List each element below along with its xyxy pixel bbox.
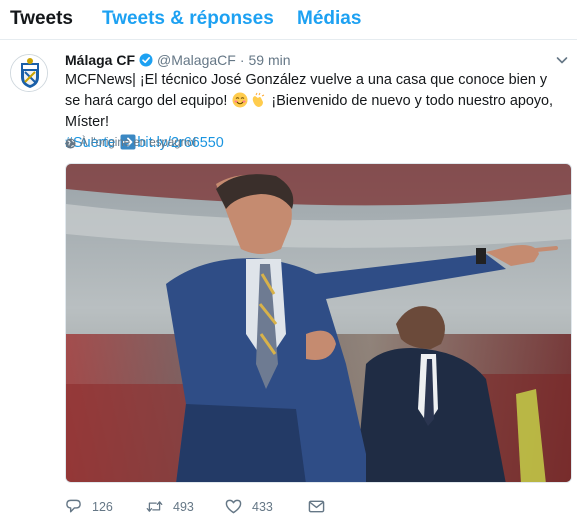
translate-label: À l'origine en espagnol bbox=[80, 137, 196, 149]
verified-badge-icon bbox=[139, 53, 153, 67]
reply-count: 126 bbox=[92, 499, 113, 514]
tweet-header: Málaga CF @MalagaCF · 59 min bbox=[65, 51, 291, 69]
coach-photo-image bbox=[66, 164, 571, 482]
like-count: 433 bbox=[252, 499, 273, 514]
timestamp[interactable]: 59 min bbox=[248, 52, 290, 68]
smiling-face-emoji-icon bbox=[232, 92, 248, 108]
retweet-button[interactable]: 493 bbox=[146, 498, 194, 515]
profile-tabs: Tweets Tweets & réponses Médias bbox=[0, 0, 577, 40]
tweet-photo[interactable] bbox=[65, 163, 572, 483]
display-name[interactable]: Málaga CF bbox=[65, 52, 135, 68]
clapping-hands-emoji-icon bbox=[253, 92, 265, 107]
tab-tweets[interactable]: Tweets bbox=[10, 8, 73, 30]
malaga-crest-icon bbox=[11, 55, 47, 91]
tab-media[interactable]: Médias bbox=[297, 8, 361, 30]
globe-icon bbox=[65, 137, 76, 149]
retweet-icon bbox=[146, 501, 163, 512]
like-button[interactable]: 433 bbox=[225, 498, 273, 515]
avatar[interactable] bbox=[10, 54, 48, 92]
reply-button[interactable]: 126 bbox=[65, 498, 113, 515]
translate-tweet[interactable]: À l'origine en espagnol bbox=[65, 137, 196, 149]
handle[interactable]: @MalagaCF bbox=[157, 52, 236, 68]
reply-icon bbox=[66, 499, 81, 513]
direct-message-button[interactable] bbox=[308, 498, 335, 515]
tab-tweets-and-replies[interactable]: Tweets & réponses bbox=[102, 8, 274, 30]
retweet-count: 493 bbox=[173, 499, 194, 514]
heart-icon bbox=[225, 499, 242, 514]
separator-dot: · bbox=[239, 52, 245, 68]
chevron-down-icon[interactable] bbox=[555, 53, 569, 67]
envelope-icon bbox=[308, 500, 325, 513]
